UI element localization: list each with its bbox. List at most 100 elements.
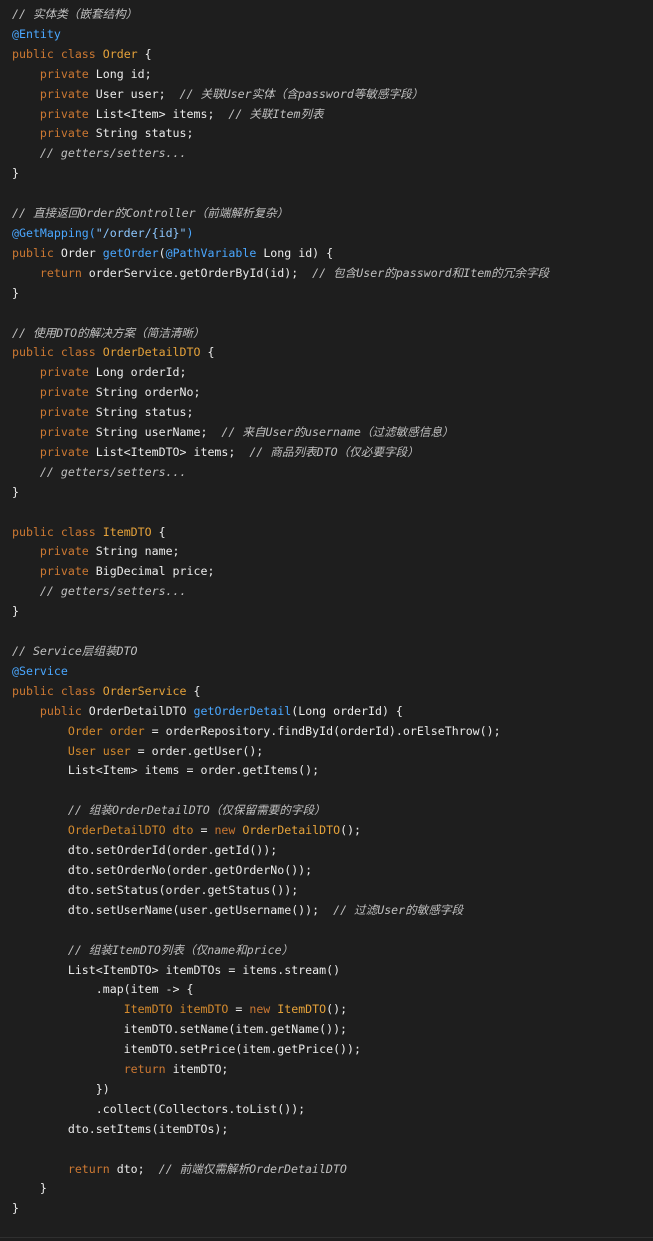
code-token: { (151, 524, 166, 539)
code-line: private User user; // 关联User实体（含password… (0, 85, 653, 105)
code-line: List<Item> items = order.getItems(); (0, 761, 653, 781)
class-name-token: OrderDetailDTO (102, 345, 201, 360)
code-editor[interactable]: // 实体类（嵌套结构） @Entity public class Order { … (0, 0, 653, 1241)
code-token: OrderDetailDTO (88, 703, 194, 718)
keyword-token: private (39, 126, 96, 141)
code-token: Order (60, 245, 103, 260)
code-line: // Service层组装DTO (0, 642, 653, 662)
keyword-token: public class (12, 46, 103, 61)
code-line: .collect(Collectors.toList()); (0, 1100, 653, 1120)
code-line: return orderService.getOrderById(id); //… (0, 264, 653, 284)
code-token: List<Item> items = order.getItems(); (12, 763, 320, 778)
annotation-token: ) (186, 225, 194, 240)
code-token: itemDTO; (172, 1062, 229, 1077)
code-token: (); (340, 823, 362, 838)
code-line: private Long id; (0, 65, 653, 85)
code-line: public class OrderService { (0, 682, 653, 702)
variable-token: ItemDTO itemDTO (123, 1002, 229, 1017)
code-token: }) (12, 1081, 110, 1096)
annotation-token: @GetMapping( (12, 225, 96, 240)
code-line: dto.setOrderId(order.getId()); (0, 841, 653, 861)
code-token: } (12, 484, 19, 499)
code-line: } (0, 1199, 653, 1219)
code-line: return dto; // 前端仅需解析OrderDetailDTO (0, 1160, 653, 1180)
code-line: private Long orderId; (0, 363, 653, 383)
code-token: Long orderId; (95, 365, 187, 380)
code-line: } (0, 483, 653, 503)
code-token: List<ItemDTO> itemDTOs = items.stream() (12, 962, 341, 977)
code-token: dto.setUserName(user.getUsername()); (12, 902, 334, 917)
comment-token: // 过滤User的敏感字段 (333, 902, 464, 917)
keyword-token: return (123, 1062, 173, 1077)
keyword-token: public class (12, 345, 103, 360)
code-line: dto.setStatus(order.getStatus()); (0, 881, 653, 901)
keyword-token: return (67, 1161, 117, 1176)
code-token: String name; (95, 544, 180, 559)
code-line: itemDTO.setPrice(item.getPrice()); (0, 1040, 653, 1060)
code-token: { (200, 345, 215, 360)
method-name-token: getOrderDetail (193, 703, 292, 718)
comment-token: // Service层组装DTO (12, 644, 138, 658)
comment-token: // 直接返回Order的Controller（前端解析复杂） (12, 206, 289, 221)
code-token: .map(item -> { (12, 982, 194, 997)
keyword-token: public class (12, 683, 103, 698)
code-line: public class OrderDetailDTO { (0, 343, 653, 363)
variable-token: OrderDetailDTO dto (67, 823, 194, 838)
code-line: User user = order.getUser(); (0, 742, 653, 762)
method-name-token: getOrder (102, 245, 159, 260)
comment-token: // getters/setters... (39, 584, 187, 599)
code-token: (Long orderId) { (291, 703, 403, 718)
code-line: @GetMapping("/order/{id}") (0, 224, 653, 244)
code-line: .map(item -> { (0, 980, 653, 1000)
code-token: Long id) { (256, 245, 334, 260)
keyword-token: new (214, 823, 243, 838)
code-block: // 实体类（嵌套结构） @Entity public class Order { … (0, 5, 653, 1219)
code-line: private String userName; // 来自User的usern… (0, 423, 653, 443)
code-token: dto.setItems(itemDTOs); (12, 1121, 229, 1136)
code-token: itemDTO.setPrice(item.getPrice()); (12, 1042, 362, 1057)
code-token: String orderNo; (95, 385, 201, 400)
code-token: = order.getUser(); (130, 743, 264, 758)
comment-token: // 组装ItemDTO列表（仅name和price） (67, 942, 294, 957)
keyword-token: private (39, 544, 96, 559)
code-line: // 组装OrderDetailDTO（仅保留需要的字段） (0, 801, 653, 821)
code-token: String status; (95, 405, 194, 420)
keyword-token: public class (12, 524, 103, 539)
code-token: BigDecimal price; (95, 564, 215, 579)
class-name-token: Order (102, 46, 138, 61)
keyword-token: private (39, 106, 96, 121)
bottom-divider (0, 1237, 653, 1238)
comment-token: // 使用DTO的解决方案（简洁清晰） (12, 325, 205, 340)
code-line: } (0, 1179, 653, 1199)
code-token: { (186, 683, 201, 698)
code-line: dto.setUserName(user.getUsername()); // … (0, 901, 653, 921)
code-token: } (12, 604, 19, 619)
code-token: = (228, 1002, 250, 1017)
class-name-token: ItemDTO (102, 524, 152, 539)
code-token: } (12, 285, 19, 300)
code-line: // 实体类（嵌套结构） (0, 5, 653, 25)
keyword-token: private (39, 405, 96, 420)
code-line: dto.setItems(itemDTOs); (0, 1120, 653, 1140)
code-line: private String orderNo; (0, 383, 653, 403)
code-line: private String status; (0, 124, 653, 144)
code-line: private List<Item> items; // 关联Item列表 (0, 105, 653, 125)
keyword-token: private (39, 86, 96, 101)
code-token: } (12, 166, 19, 181)
code-line: private List<ItemDTO> items; // 商品列表DTO（… (0, 443, 653, 463)
